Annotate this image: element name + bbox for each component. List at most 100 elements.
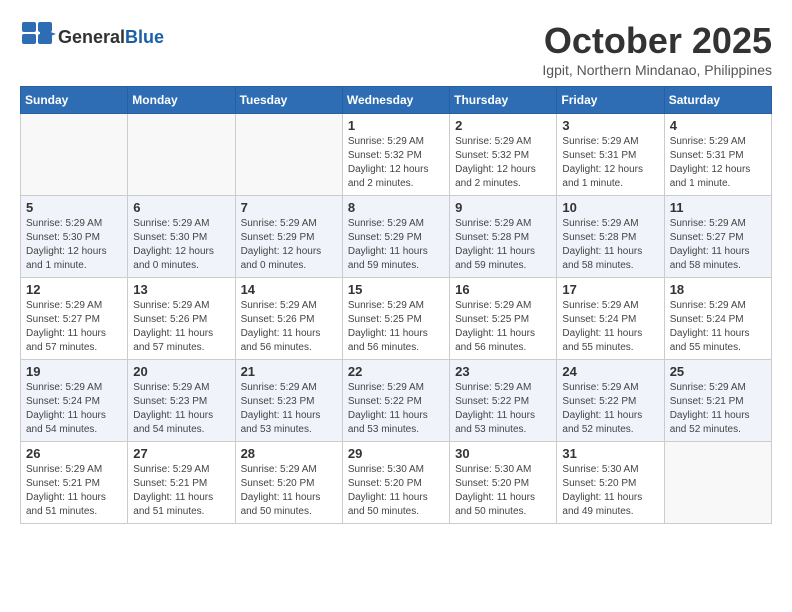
- day-number: 17: [562, 282, 658, 297]
- day-number: 18: [670, 282, 766, 297]
- day-number: 4: [670, 118, 766, 133]
- day-number: 30: [455, 446, 551, 461]
- day-number: 11: [670, 200, 766, 215]
- calendar-cell: 8Sunrise: 5:29 AM Sunset: 5:29 PM Daylig…: [342, 196, 449, 278]
- calendar-cell: 13 Sunrise: 5:29 AM Sunset: 5:26 PM Dayli…: [128, 278, 235, 360]
- day-info: Sunrise: 5:29 AM Sunset: 5:28 PM Dayligh…: [562, 217, 658, 273]
- weekday-header-wednesday: Wednesday: [342, 87, 449, 114]
- calendar-cell: 3 Sunrise: 5:29 AM Sunset: 5:31 PM Daylig…: [557, 114, 664, 196]
- day-info: Sunrise: 5:29 AM Sunset: 5:30 PM Dayligh…: [26, 217, 122, 273]
- day-number: 28: [241, 446, 337, 461]
- calendar-cell: 16 Sunrise: 5:29 AM Sunset: 5:25 PM Dayli…: [450, 278, 557, 360]
- day-info: Sunrise: 5:29 AM Sunset: 5:29 PM Dayligh…: [241, 217, 337, 273]
- day-number: 29: [348, 446, 444, 461]
- calendar-subtitle: Igpit, Northern Mindanao, Philippines: [542, 62, 772, 78]
- calendar-cell: 11 Sunrise: 5:29 AM Sunset: 5:27 PM Dayli…: [664, 196, 771, 278]
- day-number: 9: [455, 200, 551, 215]
- day-info: Sunrise: 5:29 AM Sunset: 5:21 PM Dayligh…: [133, 463, 229, 519]
- calendar-cell: 10 Sunrise: 5:29 AM Sunset: 5:28 PM Dayli…: [557, 196, 664, 278]
- day-number: 7: [241, 200, 337, 215]
- day-number: 22: [348, 364, 444, 379]
- day-number: 27: [133, 446, 229, 461]
- calendar-cell: 7 Sunrise: 5:29 AM Sunset: 5:29 PM Daylig…: [235, 196, 342, 278]
- day-number: 13: [133, 282, 229, 297]
- calendar-cell: 25 Sunrise: 5:29 AM Sunset: 5:21 PM Dayli…: [664, 360, 771, 442]
- weekday-header-tuesday: Tuesday: [235, 87, 342, 114]
- day-info: Sunrise: 5:29 AM Sunset: 5:21 PM Dayligh…: [670, 381, 766, 437]
- day-number: 25: [670, 364, 766, 379]
- day-info: Sunrise: 5:29 AM Sunset: 5:26 PM Dayligh…: [241, 299, 337, 355]
- calendar-header: GeneralBlue October 2025 Igpit, Northern…: [20, 20, 772, 78]
- weekday-header-friday: Friday: [557, 87, 664, 114]
- weekday-header-saturday: Saturday: [664, 87, 771, 114]
- day-info: Sunrise: 5:29 AM Sunset: 5:23 PM Dayligh…: [241, 381, 337, 437]
- day-info: Sunrise: 5:30 AM Sunset: 5:20 PM Dayligh…: [562, 463, 658, 519]
- calendar-cell: 15 Sunrise: 5:29 AM Sunset: 5:25 PM Dayli…: [342, 278, 449, 360]
- day-number: 26: [26, 446, 122, 461]
- weekday-header-monday: Monday: [128, 87, 235, 114]
- day-number: 31: [562, 446, 658, 461]
- calendar-cell: 2 Sunrise: 5:29 AM Sunset: 5:32 PM Daylig…: [450, 114, 557, 196]
- calendar-cell: 17 Sunrise: 5:29 AM Sunset: 5:24 PM Dayli…: [557, 278, 664, 360]
- calendar-cell: [128, 114, 235, 196]
- calendar-cell: 30 Sunrise: 5:30 AM Sunset: 5:20 PM Dayli…: [450, 442, 557, 524]
- day-number: 6: [133, 200, 229, 215]
- logo-general: General: [58, 27, 125, 47]
- day-info: Sunrise: 5:29 AM Sunset: 5:26 PM Dayligh…: [133, 299, 229, 355]
- calendar-title: October 2025: [542, 20, 772, 62]
- calendar-table: SundayMondayTuesdayWednesdayThursdayFrid…: [20, 86, 772, 524]
- day-info: Sunrise: 5:30 AM Sunset: 5:20 PM Dayligh…: [348, 463, 444, 519]
- calendar-cell: 26Sunrise: 5:29 AM Sunset: 5:21 PM Dayli…: [21, 442, 128, 524]
- day-number: 15: [348, 282, 444, 297]
- calendar-week-row: 12Sunrise: 5:29 AM Sunset: 5:27 PM Dayli…: [21, 278, 772, 360]
- calendar-cell: 12Sunrise: 5:29 AM Sunset: 5:27 PM Dayli…: [21, 278, 128, 360]
- calendar-cell: 9Sunrise: 5:29 AM Sunset: 5:28 PM Daylig…: [450, 196, 557, 278]
- calendar-cell: 14 Sunrise: 5:29 AM Sunset: 5:26 PM Dayli…: [235, 278, 342, 360]
- calendar-cell: 31 Sunrise: 5:30 AM Sunset: 5:20 PM Dayli…: [557, 442, 664, 524]
- calendar-cell: 6 Sunrise: 5:29 AM Sunset: 5:30 PM Daylig…: [128, 196, 235, 278]
- calendar-cell: [664, 442, 771, 524]
- day-number: 3: [562, 118, 658, 133]
- calendar-cell: 18Sunrise: 5:29 AM Sunset: 5:24 PM Dayli…: [664, 278, 771, 360]
- day-info: Sunrise: 5:29 AM Sunset: 5:25 PM Dayligh…: [348, 299, 444, 355]
- calendar-cell: 29 Sunrise: 5:30 AM Sunset: 5:20 PM Dayli…: [342, 442, 449, 524]
- calendar-cell: 20Sunrise: 5:29 AM Sunset: 5:23 PM Dayli…: [128, 360, 235, 442]
- weekday-header-row: SundayMondayTuesdayWednesdayThursdayFrid…: [21, 87, 772, 114]
- calendar-cell: 1 Sunrise: 5:29 AM Sunset: 5:32 PM Daylig…: [342, 114, 449, 196]
- day-info: Sunrise: 5:29 AM Sunset: 5:30 PM Dayligh…: [133, 217, 229, 273]
- logo: GeneralBlue: [20, 20, 164, 56]
- day-number: 16: [455, 282, 551, 297]
- day-info: Sunrise: 5:29 AM Sunset: 5:27 PM Dayligh…: [670, 217, 766, 273]
- calendar-week-row: 19Sunrise: 5:29 AM Sunset: 5:24 PM Dayli…: [21, 360, 772, 442]
- calendar-week-row: 5 Sunrise: 5:29 AM Sunset: 5:30 PM Daylig…: [21, 196, 772, 278]
- calendar-cell: 5 Sunrise: 5:29 AM Sunset: 5:30 PM Daylig…: [21, 196, 128, 278]
- day-info: Sunrise: 5:30 AM Sunset: 5:20 PM Dayligh…: [455, 463, 551, 519]
- day-info: Sunrise: 5:29 AM Sunset: 5:22 PM Dayligh…: [562, 381, 658, 437]
- calendar-cell: 27 Sunrise: 5:29 AM Sunset: 5:21 PM Dayli…: [128, 442, 235, 524]
- weekday-header-sunday: Sunday: [21, 87, 128, 114]
- calendar-cell: [21, 114, 128, 196]
- title-area: October 2025 Igpit, Northern Mindanao, P…: [542, 20, 772, 78]
- calendar-cell: 23Sunrise: 5:29 AM Sunset: 5:22 PM Dayli…: [450, 360, 557, 442]
- day-number: 1: [348, 118, 444, 133]
- day-info: Sunrise: 5:29 AM Sunset: 5:25 PM Dayligh…: [455, 299, 551, 355]
- day-info: Sunrise: 5:29 AM Sunset: 5:22 PM Dayligh…: [348, 381, 444, 437]
- weekday-header-thursday: Thursday: [450, 87, 557, 114]
- day-number: 19: [26, 364, 122, 379]
- day-number: 21: [241, 364, 337, 379]
- day-number: 14: [241, 282, 337, 297]
- day-info: Sunrise: 5:29 AM Sunset: 5:29 PM Dayligh…: [348, 217, 444, 273]
- day-number: 2: [455, 118, 551, 133]
- calendar-cell: 4Sunrise: 5:29 AM Sunset: 5:31 PM Daylig…: [664, 114, 771, 196]
- day-info: Sunrise: 5:29 AM Sunset: 5:32 PM Dayligh…: [455, 135, 551, 191]
- logo-icon: [20, 20, 56, 56]
- day-info: Sunrise: 5:29 AM Sunset: 5:32 PM Dayligh…: [348, 135, 444, 191]
- day-number: 10: [562, 200, 658, 215]
- day-info: Sunrise: 5:29 AM Sunset: 5:27 PM Dayligh…: [26, 299, 122, 355]
- day-info: Sunrise: 5:29 AM Sunset: 5:31 PM Dayligh…: [562, 135, 658, 191]
- day-info: Sunrise: 5:29 AM Sunset: 5:20 PM Dayligh…: [241, 463, 337, 519]
- day-info: Sunrise: 5:29 AM Sunset: 5:24 PM Dayligh…: [562, 299, 658, 355]
- day-info: Sunrise: 5:29 AM Sunset: 5:23 PM Dayligh…: [133, 381, 229, 437]
- day-number: 5: [26, 200, 122, 215]
- calendar-cell: [235, 114, 342, 196]
